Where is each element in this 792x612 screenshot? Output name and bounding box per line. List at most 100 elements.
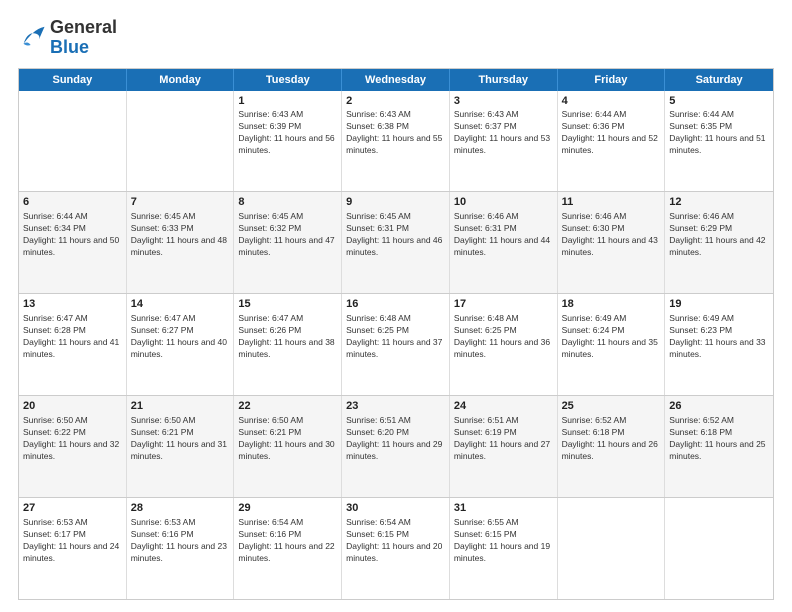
cell-detail: Sunrise: 6:43 AMSunset: 6:37 PMDaylight:… [454, 109, 553, 157]
cell-detail: Sunrise: 6:50 AMSunset: 6:21 PMDaylight:… [238, 415, 337, 463]
day-number: 26 [669, 399, 769, 414]
cell-detail: Sunrise: 6:47 AMSunset: 6:26 PMDaylight:… [238, 313, 337, 361]
cell-detail: Sunrise: 6:50 AMSunset: 6:21 PMDaylight:… [131, 415, 230, 463]
calendar-cell [558, 498, 666, 599]
day-number: 6 [23, 195, 122, 210]
cell-detail: Sunrise: 6:47 AMSunset: 6:27 PMDaylight:… [131, 313, 230, 361]
calendar-cell: 25Sunrise: 6:52 AMSunset: 6:18 PMDayligh… [558, 396, 666, 497]
day-number: 2 [346, 94, 445, 109]
calendar-cell: 31Sunrise: 6:55 AMSunset: 6:15 PMDayligh… [450, 498, 558, 599]
calendar-cell: 30Sunrise: 6:54 AMSunset: 6:15 PMDayligh… [342, 498, 450, 599]
calendar-cell: 1Sunrise: 6:43 AMSunset: 6:39 PMDaylight… [234, 91, 342, 192]
calendar-cell: 17Sunrise: 6:48 AMSunset: 6:25 PMDayligh… [450, 294, 558, 395]
cell-detail: Sunrise: 6:45 AMSunset: 6:31 PMDaylight:… [346, 211, 445, 259]
calendar: SundayMondayTuesdayWednesdayThursdayFrid… [18, 68, 774, 600]
calendar-cell: 6Sunrise: 6:44 AMSunset: 6:34 PMDaylight… [19, 192, 127, 293]
day-number: 16 [346, 297, 445, 312]
cell-detail: Sunrise: 6:43 AMSunset: 6:38 PMDaylight:… [346, 109, 445, 157]
cell-detail: Sunrise: 6:43 AMSunset: 6:39 PMDaylight:… [238, 109, 337, 157]
calendar-cell: 3Sunrise: 6:43 AMSunset: 6:37 PMDaylight… [450, 91, 558, 192]
cell-detail: Sunrise: 6:46 AMSunset: 6:31 PMDaylight:… [454, 211, 553, 259]
day-number: 18 [562, 297, 661, 312]
cell-detail: Sunrise: 6:50 AMSunset: 6:22 PMDaylight:… [23, 415, 122, 463]
weekday-header: Thursday [450, 69, 558, 91]
weekday-header: Saturday [665, 69, 773, 91]
page: General Blue SundayMondayTuesdayWednesda… [0, 0, 792, 612]
cell-detail: Sunrise: 6:53 AMSunset: 6:16 PMDaylight:… [131, 517, 230, 565]
calendar-cell: 16Sunrise: 6:48 AMSunset: 6:25 PMDayligh… [342, 294, 450, 395]
calendar-week: 1Sunrise: 6:43 AMSunset: 6:39 PMDaylight… [19, 91, 773, 192]
calendar-cell: 27Sunrise: 6:53 AMSunset: 6:17 PMDayligh… [19, 498, 127, 599]
cell-detail: Sunrise: 6:52 AMSunset: 6:18 PMDaylight:… [562, 415, 661, 463]
cell-detail: Sunrise: 6:44 AMSunset: 6:34 PMDaylight:… [23, 211, 122, 259]
day-number: 27 [23, 501, 122, 516]
day-number: 7 [131, 195, 230, 210]
calendar-cell: 21Sunrise: 6:50 AMSunset: 6:21 PMDayligh… [127, 396, 235, 497]
cell-detail: Sunrise: 6:54 AMSunset: 6:15 PMDaylight:… [346, 517, 445, 565]
cell-detail: Sunrise: 6:44 AMSunset: 6:36 PMDaylight:… [562, 109, 661, 157]
day-number: 14 [131, 297, 230, 312]
calendar-cell: 18Sunrise: 6:49 AMSunset: 6:24 PMDayligh… [558, 294, 666, 395]
cell-detail: Sunrise: 6:54 AMSunset: 6:16 PMDaylight:… [238, 517, 337, 565]
cell-detail: Sunrise: 6:45 AMSunset: 6:32 PMDaylight:… [238, 211, 337, 259]
day-number: 1 [238, 94, 337, 109]
calendar-cell: 13Sunrise: 6:47 AMSunset: 6:28 PMDayligh… [19, 294, 127, 395]
day-number: 10 [454, 195, 553, 210]
calendar-cell: 2Sunrise: 6:43 AMSunset: 6:38 PMDaylight… [342, 91, 450, 192]
weekday-header: Tuesday [234, 69, 342, 91]
calendar-cell [19, 91, 127, 192]
cell-detail: Sunrise: 6:48 AMSunset: 6:25 PMDaylight:… [346, 313, 445, 361]
cell-detail: Sunrise: 6:51 AMSunset: 6:19 PMDaylight:… [454, 415, 553, 463]
day-number: 30 [346, 501, 445, 516]
cell-detail: Sunrise: 6:48 AMSunset: 6:25 PMDaylight:… [454, 313, 553, 361]
cell-detail: Sunrise: 6:52 AMSunset: 6:18 PMDaylight:… [669, 415, 769, 463]
day-number: 4 [562, 94, 661, 109]
day-number: 28 [131, 501, 230, 516]
logo: General Blue [18, 18, 117, 58]
calendar-cell: 9Sunrise: 6:45 AMSunset: 6:31 PMDaylight… [342, 192, 450, 293]
day-number: 15 [238, 297, 337, 312]
weekday-header: Friday [558, 69, 666, 91]
calendar-cell: 22Sunrise: 6:50 AMSunset: 6:21 PMDayligh… [234, 396, 342, 497]
day-number: 3 [454, 94, 553, 109]
weekday-header: Sunday [19, 69, 127, 91]
cell-detail: Sunrise: 6:49 AMSunset: 6:24 PMDaylight:… [562, 313, 661, 361]
logo-text-line1: General [50, 18, 117, 38]
day-number: 13 [23, 297, 122, 312]
cell-detail: Sunrise: 6:49 AMSunset: 6:23 PMDaylight:… [669, 313, 769, 361]
calendar-cell: 28Sunrise: 6:53 AMSunset: 6:16 PMDayligh… [127, 498, 235, 599]
calendar-cell: 12Sunrise: 6:46 AMSunset: 6:29 PMDayligh… [665, 192, 773, 293]
day-number: 31 [454, 501, 553, 516]
calendar-cell: 14Sunrise: 6:47 AMSunset: 6:27 PMDayligh… [127, 294, 235, 395]
calendar-cell: 26Sunrise: 6:52 AMSunset: 6:18 PMDayligh… [665, 396, 773, 497]
logo-text-line2: Blue [50, 38, 117, 58]
calendar-cell: 29Sunrise: 6:54 AMSunset: 6:16 PMDayligh… [234, 498, 342, 599]
calendar-cell: 10Sunrise: 6:46 AMSunset: 6:31 PMDayligh… [450, 192, 558, 293]
cell-detail: Sunrise: 6:46 AMSunset: 6:30 PMDaylight:… [562, 211, 661, 259]
calendar-cell: 24Sunrise: 6:51 AMSunset: 6:19 PMDayligh… [450, 396, 558, 497]
calendar-cell: 11Sunrise: 6:46 AMSunset: 6:30 PMDayligh… [558, 192, 666, 293]
cell-detail: Sunrise: 6:47 AMSunset: 6:28 PMDaylight:… [23, 313, 122, 361]
day-number: 23 [346, 399, 445, 414]
day-number: 8 [238, 195, 337, 210]
day-number: 17 [454, 297, 553, 312]
logo-icon [18, 24, 46, 52]
cell-detail: Sunrise: 6:45 AMSunset: 6:33 PMDaylight:… [131, 211, 230, 259]
cell-detail: Sunrise: 6:44 AMSunset: 6:35 PMDaylight:… [669, 109, 769, 157]
calendar-cell [665, 498, 773, 599]
calendar-cell: 7Sunrise: 6:45 AMSunset: 6:33 PMDaylight… [127, 192, 235, 293]
weekday-header: Monday [127, 69, 235, 91]
calendar-cell: 19Sunrise: 6:49 AMSunset: 6:23 PMDayligh… [665, 294, 773, 395]
day-number: 24 [454, 399, 553, 414]
day-number: 29 [238, 501, 337, 516]
calendar-week: 27Sunrise: 6:53 AMSunset: 6:17 PMDayligh… [19, 497, 773, 599]
cell-detail: Sunrise: 6:51 AMSunset: 6:20 PMDaylight:… [346, 415, 445, 463]
calendar-cell: 4Sunrise: 6:44 AMSunset: 6:36 PMDaylight… [558, 91, 666, 192]
cell-detail: Sunrise: 6:46 AMSunset: 6:29 PMDaylight:… [669, 211, 769, 259]
day-number: 5 [669, 94, 769, 109]
calendar-cell: 15Sunrise: 6:47 AMSunset: 6:26 PMDayligh… [234, 294, 342, 395]
calendar-cell [127, 91, 235, 192]
day-number: 21 [131, 399, 230, 414]
calendar-body: 1Sunrise: 6:43 AMSunset: 6:39 PMDaylight… [19, 91, 773, 599]
calendar-cell: 8Sunrise: 6:45 AMSunset: 6:32 PMDaylight… [234, 192, 342, 293]
